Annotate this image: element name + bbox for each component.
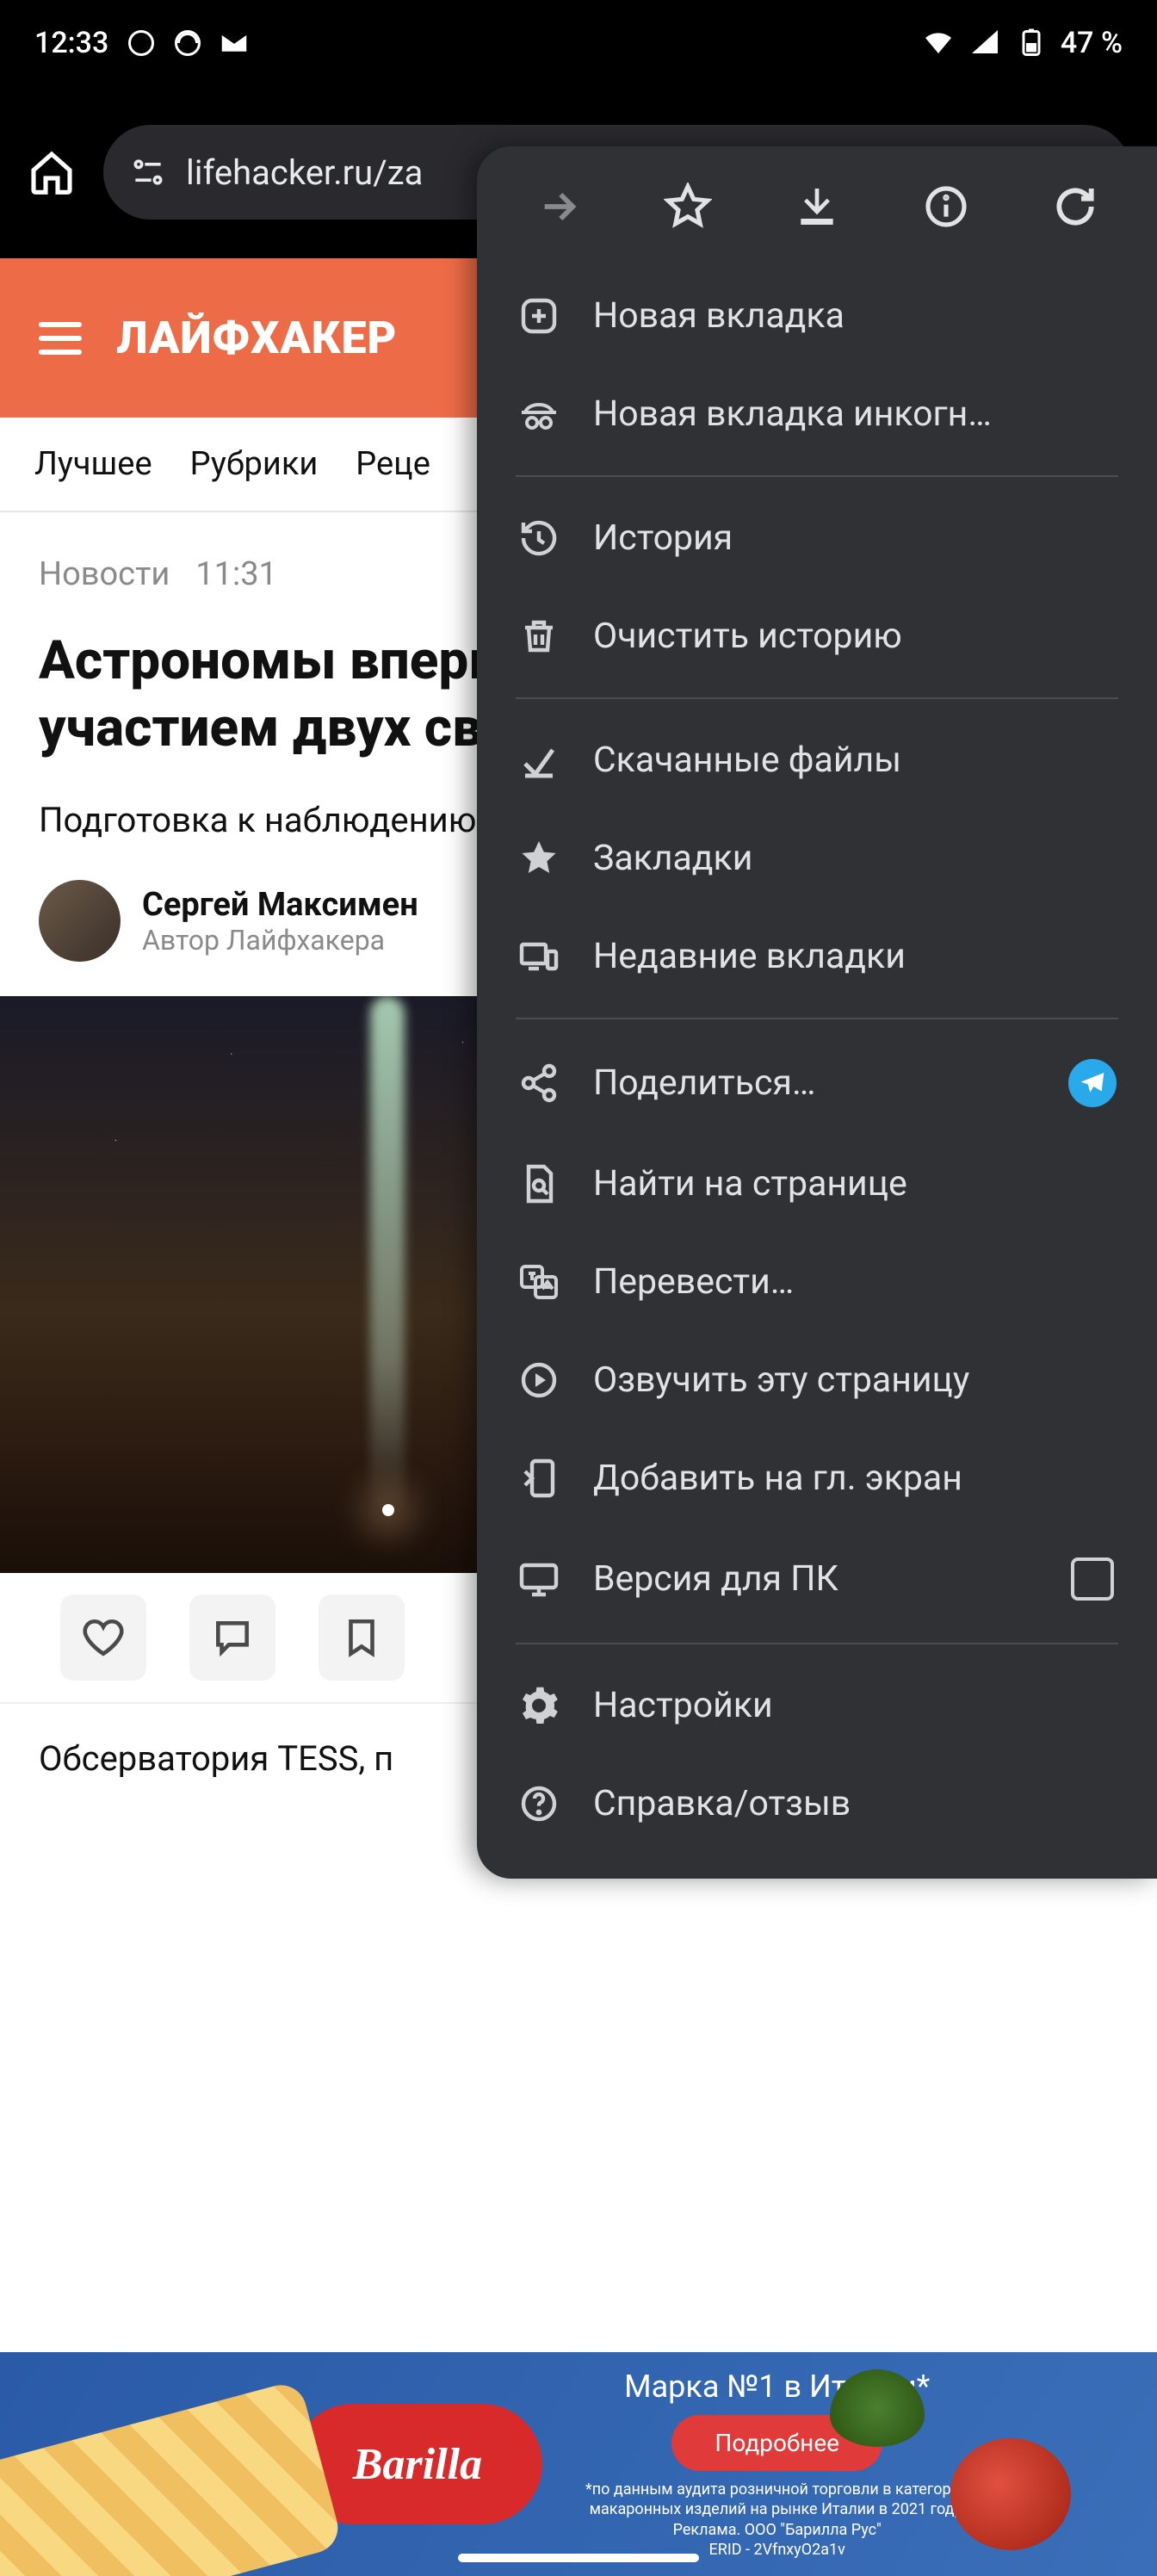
- menu-item-clear-history[interactable]: Очистить историю: [507, 587, 1127, 685]
- site-logo[interactable]: ЛАЙФХАКЕР: [116, 312, 397, 364]
- bookmark-star-button[interactable]: [658, 176, 718, 237]
- menu-item-translate[interactable]: Перевести…: [507, 1233, 1127, 1331]
- like-button[interactable]: [60, 1595, 146, 1681]
- telegram-icon[interactable]: [1068, 1059, 1117, 1107]
- signal-icon: [968, 26, 1002, 60]
- author-role: Автор Лайфхакера: [142, 924, 418, 957]
- menu-item-new-tab[interactable]: Новая вкладка: [507, 267, 1127, 365]
- status-time: 12:33: [34, 26, 108, 60]
- menu-item-settings[interactable]: Настройки: [507, 1656, 1127, 1755]
- nav-home-indicator[interactable]: [458, 2554, 699, 2562]
- menu-item-read-aloud[interactable]: Озвучить эту страницу: [507, 1331, 1127, 1429]
- menu-item-downloads[interactable]: Скачанные файлы: [507, 711, 1127, 809]
- menu-item-desktop-site[interactable]: Версия для ПК: [507, 1527, 1127, 1631]
- menu-item-bookmarks[interactable]: Закладки: [507, 809, 1127, 907]
- nav-item-rubrics[interactable]: Рубрики: [190, 445, 319, 483]
- gear-icon: [516, 1682, 562, 1729]
- forward-button[interactable]: [529, 176, 589, 237]
- plus-square-icon: [516, 293, 562, 339]
- menu-item-recent-tabs[interactable]: Недавние вкладки: [507, 907, 1127, 1006]
- menu-separator: [516, 475, 1118, 477]
- ad-tomato-graphic: [950, 2438, 1071, 2550]
- monitor-icon: [516, 1556, 562, 1602]
- battery-icon: [1014, 26, 1049, 60]
- wifi-icon: [921, 26, 956, 60]
- post-category[interactable]: Новости: [39, 555, 170, 593]
- ad-fine-2: макаронных изделий на рынке Италии в 202…: [585, 2499, 968, 2519]
- desktop-site-checkbox[interactable]: [1071, 1557, 1114, 1601]
- site-settings-icon: [129, 153, 167, 191]
- trash-icon: [516, 613, 562, 659]
- menu-item-add-home[interactable]: Добавить на гл. экран: [507, 1429, 1127, 1527]
- ad-banner[interactable]: Barilla Марка №1 в Италии* Подробнее *по…: [0, 2352, 1157, 2576]
- status-battery-pct: 47 %: [1061, 26, 1123, 60]
- comment-button[interactable]: [189, 1595, 275, 1681]
- menu-item-history[interactable]: История: [507, 489, 1127, 587]
- ad-fine-1: *по данным аудита розничной торговли в к…: [585, 2480, 968, 2499]
- add-to-home-icon: [516, 1455, 562, 1502]
- menu-item-help[interactable]: Справка/отзыв: [507, 1755, 1127, 1853]
- carrier-icon-2: [170, 26, 205, 60]
- nav-item-recipes[interactable]: Реце: [356, 445, 430, 483]
- incognito-icon: [516, 391, 562, 437]
- menu-item-find[interactable]: Найти на странице: [507, 1135, 1127, 1233]
- menu-item-share[interactable]: Поделиться…: [507, 1031, 1127, 1135]
- share-icon: [516, 1060, 562, 1106]
- menu-item-incognito[interactable]: Новая вкладка инкогн…: [507, 365, 1127, 463]
- ad-fine-3: Реклама. ООО "Барилла Рус": [585, 2520, 968, 2540]
- status-bar: 12:33 47 %: [0, 0, 1157, 86]
- url-text: lifehacker.ru/za: [186, 152, 423, 193]
- author-avatar: [39, 880, 121, 962]
- carrier-icon-1: [124, 26, 158, 60]
- translate-icon: [516, 1259, 562, 1305]
- downloads-done-icon: [516, 737, 562, 783]
- play-circle-icon: [516, 1357, 562, 1403]
- page-info-button[interactable]: [916, 176, 976, 237]
- home-button[interactable]: [26, 146, 77, 198]
- reload-button[interactable]: [1045, 176, 1105, 237]
- author-name: Сергей Максимен: [142, 886, 418, 924]
- bookmark-button[interactable]: [319, 1595, 405, 1681]
- menu-separator: [516, 1643, 1118, 1644]
- nav-item-best[interactable]: Лучшее: [34, 445, 152, 483]
- download-page-button[interactable]: [787, 176, 847, 237]
- post-time: 11:31: [195, 555, 277, 593]
- star-filled-icon: [516, 835, 562, 882]
- ad-pasta-graphic: [0, 2380, 343, 2576]
- help-icon: [516, 1780, 562, 1827]
- menu-separator: [516, 1018, 1118, 1019]
- browser-menu: Новая вкладка Новая вкладка инкогн… Исто…: [477, 146, 1157, 1879]
- menu-separator: [516, 697, 1118, 699]
- history-icon: [516, 515, 562, 561]
- find-in-page-icon: [516, 1161, 562, 1207]
- devices-icon: [516, 933, 562, 980]
- gmail-icon: [217, 26, 251, 60]
- menu-hamburger[interactable]: [39, 322, 82, 355]
